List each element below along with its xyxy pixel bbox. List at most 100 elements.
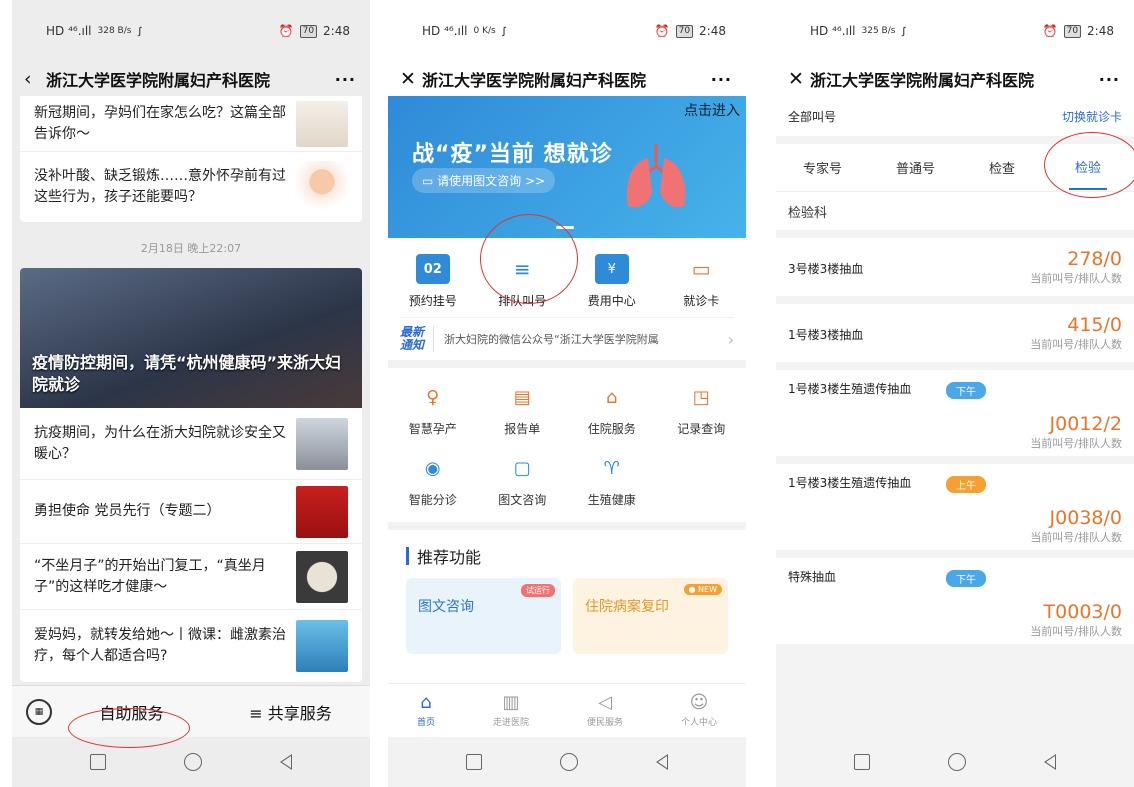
article-thumbnail xyxy=(296,485,348,538)
afternoon-badge: 下午 xyxy=(946,382,986,399)
status-bar: HD ⁴⁶.ıll 328 B/s ꭍ ⏰ 70 2:48 xyxy=(12,0,370,62)
network-speed: 0 K/s xyxy=(473,26,496,36)
quick-label: 费用中心 xyxy=(587,294,636,308)
tab-expert[interactable]: 专家号 xyxy=(803,158,842,177)
queue-row[interactable]: 1号楼3楼抽血 415/0 当前叫号/排队人数 xyxy=(776,304,1134,362)
back-icon[interactable]: ‹ xyxy=(24,68,46,90)
appointment-button[interactable]: 02 预约挂号 xyxy=(393,254,473,309)
fee-center-button[interactable]: ¥ 费用中心 xyxy=(572,254,652,309)
article-title: “不坐月子”的开始出门复工，“真坐月子”的这样吃才健康～ xyxy=(34,557,266,595)
record-copy-card[interactable]: 住院病案复印 ● NEW xyxy=(573,578,728,654)
queue-name: 特殊抽血 xyxy=(788,570,837,584)
signal-indicator: HD ⁴⁶.ıll xyxy=(422,24,468,38)
battery-icon: 70 xyxy=(675,24,694,38)
switch-card-link[interactable]: 切换就诊卡 xyxy=(1062,108,1122,125)
android-nav-bar xyxy=(776,737,1134,787)
queue-header: 全部叫号 切换就诊卡 xyxy=(776,96,1134,136)
article-group-main: 疫情防控期间，请凭“杭州健康码”来浙大妇院就诊 抗疫期间，为什么在浙大妇院就诊安… xyxy=(20,268,362,682)
more-icon[interactable]: ··· xyxy=(335,70,356,89)
notice-bar[interactable]: 最新通知 浙大妇院的微信公众号“浙江大学医学院附属 › xyxy=(400,317,734,360)
tab-examination[interactable]: 检查 xyxy=(989,158,1015,177)
tab-profile[interactable]: ☺ 个人中心 xyxy=(680,693,717,729)
list-item[interactable]: 没补叶酸、缺乏锻炼……意外怀孕前有过这些行为，孩子还能要吗？ xyxy=(20,152,362,222)
back-nav-icon[interactable] xyxy=(280,754,292,770)
tab-convenience[interactable]: ◁ 便民服务 xyxy=(586,693,623,729)
queue-row[interactable]: 1号楼3楼生殖遗传抽血 上午 J0038/0 当前叫号/排队人数 xyxy=(776,464,1134,550)
recents-icon[interactable] xyxy=(466,754,482,770)
share-service-menu[interactable]: ≡ 共享服务 xyxy=(211,700,370,724)
building-icon: ▥ xyxy=(502,692,520,713)
status-bar: HD ⁴⁶.ıll 325 B/s ꭍ ⏰ 70 2:48 xyxy=(776,0,1134,62)
notification-icon: ꭍ xyxy=(137,24,142,39)
article-thumbnail xyxy=(296,417,348,470)
queue-row[interactable]: 特殊抽血 下午 T0003/0 当前叫号/排队人数 xyxy=(776,558,1134,644)
more-icon[interactable]: ··· xyxy=(1099,70,1120,89)
report-button[interactable]: ▤ 报告单 xyxy=(478,382,568,437)
list-item[interactable]: “不坐月子”的开始出门复工，“真坐月子”的这样吃才健康～ xyxy=(20,544,362,610)
tab-label: 首页 xyxy=(416,718,435,728)
article-title: 没补叶酸、缺乏锻炼……意外怀孕前有过这些行为，孩子还能要吗？ xyxy=(34,168,286,205)
network-speed: 325 B/s xyxy=(861,26,896,36)
consult-card[interactable]: 图文咨询 试运行 xyxy=(406,578,561,654)
battery-icon: 70 xyxy=(1063,24,1082,38)
home-icon[interactable] xyxy=(184,753,202,771)
queue-row[interactable]: 1号楼3楼生殖遗传抽血 下午 J0012/2 当前叫号/排队人数 xyxy=(776,370,1134,456)
reproductive-health-button[interactable]: ♈ 生殖健康 xyxy=(567,453,657,508)
epidemic-banner[interactable]: 点击进入 战“疫”当前 想就诊 ▭ 请使用图文咨询 >> xyxy=(388,96,746,238)
recents-icon[interactable] xyxy=(90,754,106,770)
quick-label: 就诊卡 xyxy=(683,294,720,308)
more-icon[interactable]: ··· xyxy=(711,70,732,89)
card-icon: ▭ xyxy=(691,257,711,281)
list-item[interactable]: 新冠期间，孕妈们在家怎么吃？这篇全部告诉你～ xyxy=(20,96,362,152)
banner-slogan: 战“疫”当前 想就诊 xyxy=(412,142,613,167)
android-nav-bar xyxy=(388,737,746,787)
triage-button[interactable]: ◉ 智能分诊 xyxy=(388,453,478,508)
medical-card-button[interactable]: ▭ 就诊卡 xyxy=(661,254,741,309)
recommend-header: 推荐功能 xyxy=(388,530,746,578)
queue-row[interactable]: 3号楼3楼抽血 278/0 当前叫号/排队人数 xyxy=(776,238,1134,296)
queue-number: J0038/0 xyxy=(1049,507,1122,529)
title-bar: ✕ 浙江大学医学院附属妇产科医院 ··· xyxy=(776,62,1134,96)
tab-home[interactable]: ⌂ 首页 xyxy=(416,693,435,729)
recents-icon[interactable] xyxy=(854,754,870,770)
banner-consult-button[interactable]: ▭ 请使用图文咨询 >> xyxy=(412,168,556,193)
tab-hospital[interactable]: ▥ 走进医院 xyxy=(493,692,529,729)
list-item[interactable]: 爱妈妈，就转发给她～丨微课：雌激素治疗，每个人都适合吗? xyxy=(20,610,362,682)
back-nav-icon[interactable] xyxy=(1044,754,1056,770)
service-label: 住院服务 xyxy=(587,422,636,436)
clock: 2:48 xyxy=(1087,24,1114,38)
tab-general[interactable]: 普通号 xyxy=(896,158,935,177)
list-item[interactable]: 勇担使命 党员先行（专题二） xyxy=(20,480,362,544)
queue-number: T0003/0 xyxy=(1043,601,1122,623)
new-badge: ● NEW xyxy=(683,584,722,595)
close-icon[interactable]: ✕ xyxy=(400,68,422,90)
tab-label: 个人中心 xyxy=(680,718,717,728)
tab-label: 便民服务 xyxy=(586,718,623,728)
morning-badge: 上午 xyxy=(946,476,986,493)
article-thumbnail xyxy=(296,100,348,147)
close-icon[interactable]: ✕ xyxy=(788,68,810,90)
home-icon[interactable] xyxy=(560,753,578,771)
back-nav-icon[interactable] xyxy=(656,754,668,770)
page-title: 浙江大学医学院附属妇产科医院 xyxy=(46,71,271,90)
article-thumbnail xyxy=(296,161,348,213)
list-item[interactable]: 抗疫期间，为什么在浙大妇院就诊安全又暖心？ xyxy=(20,408,362,480)
record-query-button[interactable]: ◳ 记录查询 xyxy=(657,382,747,437)
calendar-icon: 02 xyxy=(415,254,450,284)
service-label: 记录查询 xyxy=(677,422,726,436)
banner-enter-link[interactable]: 点击进入 xyxy=(684,100,740,120)
consult-button[interactable]: ▢ 图文咨询 xyxy=(478,453,568,508)
queue-caption: 当前叫号/排队人数 xyxy=(1030,625,1122,638)
queue-name: 1号楼3楼生殖遗传抽血 xyxy=(788,476,912,490)
wallet-icon: ¥ xyxy=(594,254,629,284)
home-icon[interactable] xyxy=(948,753,966,771)
section-title: 推荐功能 xyxy=(417,548,482,567)
smart-maternity-button[interactable]: ♀ 智慧孕产 xyxy=(388,382,478,437)
hospital-home-screen: HD ⁴⁶.ıll 0 K/s ꭍ ⏰ 70 2:48 ✕ 浙江大学医学院附属妇… xyxy=(388,0,746,787)
article-title: 爱妈妈，就转发给她～丨微课：雌激素治疗，每个人都适合吗? xyxy=(34,627,286,664)
inpatient-button[interactable]: ⌂ 住院服务 xyxy=(567,382,657,437)
service-label: 图文咨询 xyxy=(498,493,547,507)
hero-article[interactable]: 疫情防控期间，请凭“杭州健康码”来浙大妇院就诊 xyxy=(20,268,362,408)
divider xyxy=(388,522,746,530)
keyboard-icon[interactable]: ▦ xyxy=(26,698,52,725)
